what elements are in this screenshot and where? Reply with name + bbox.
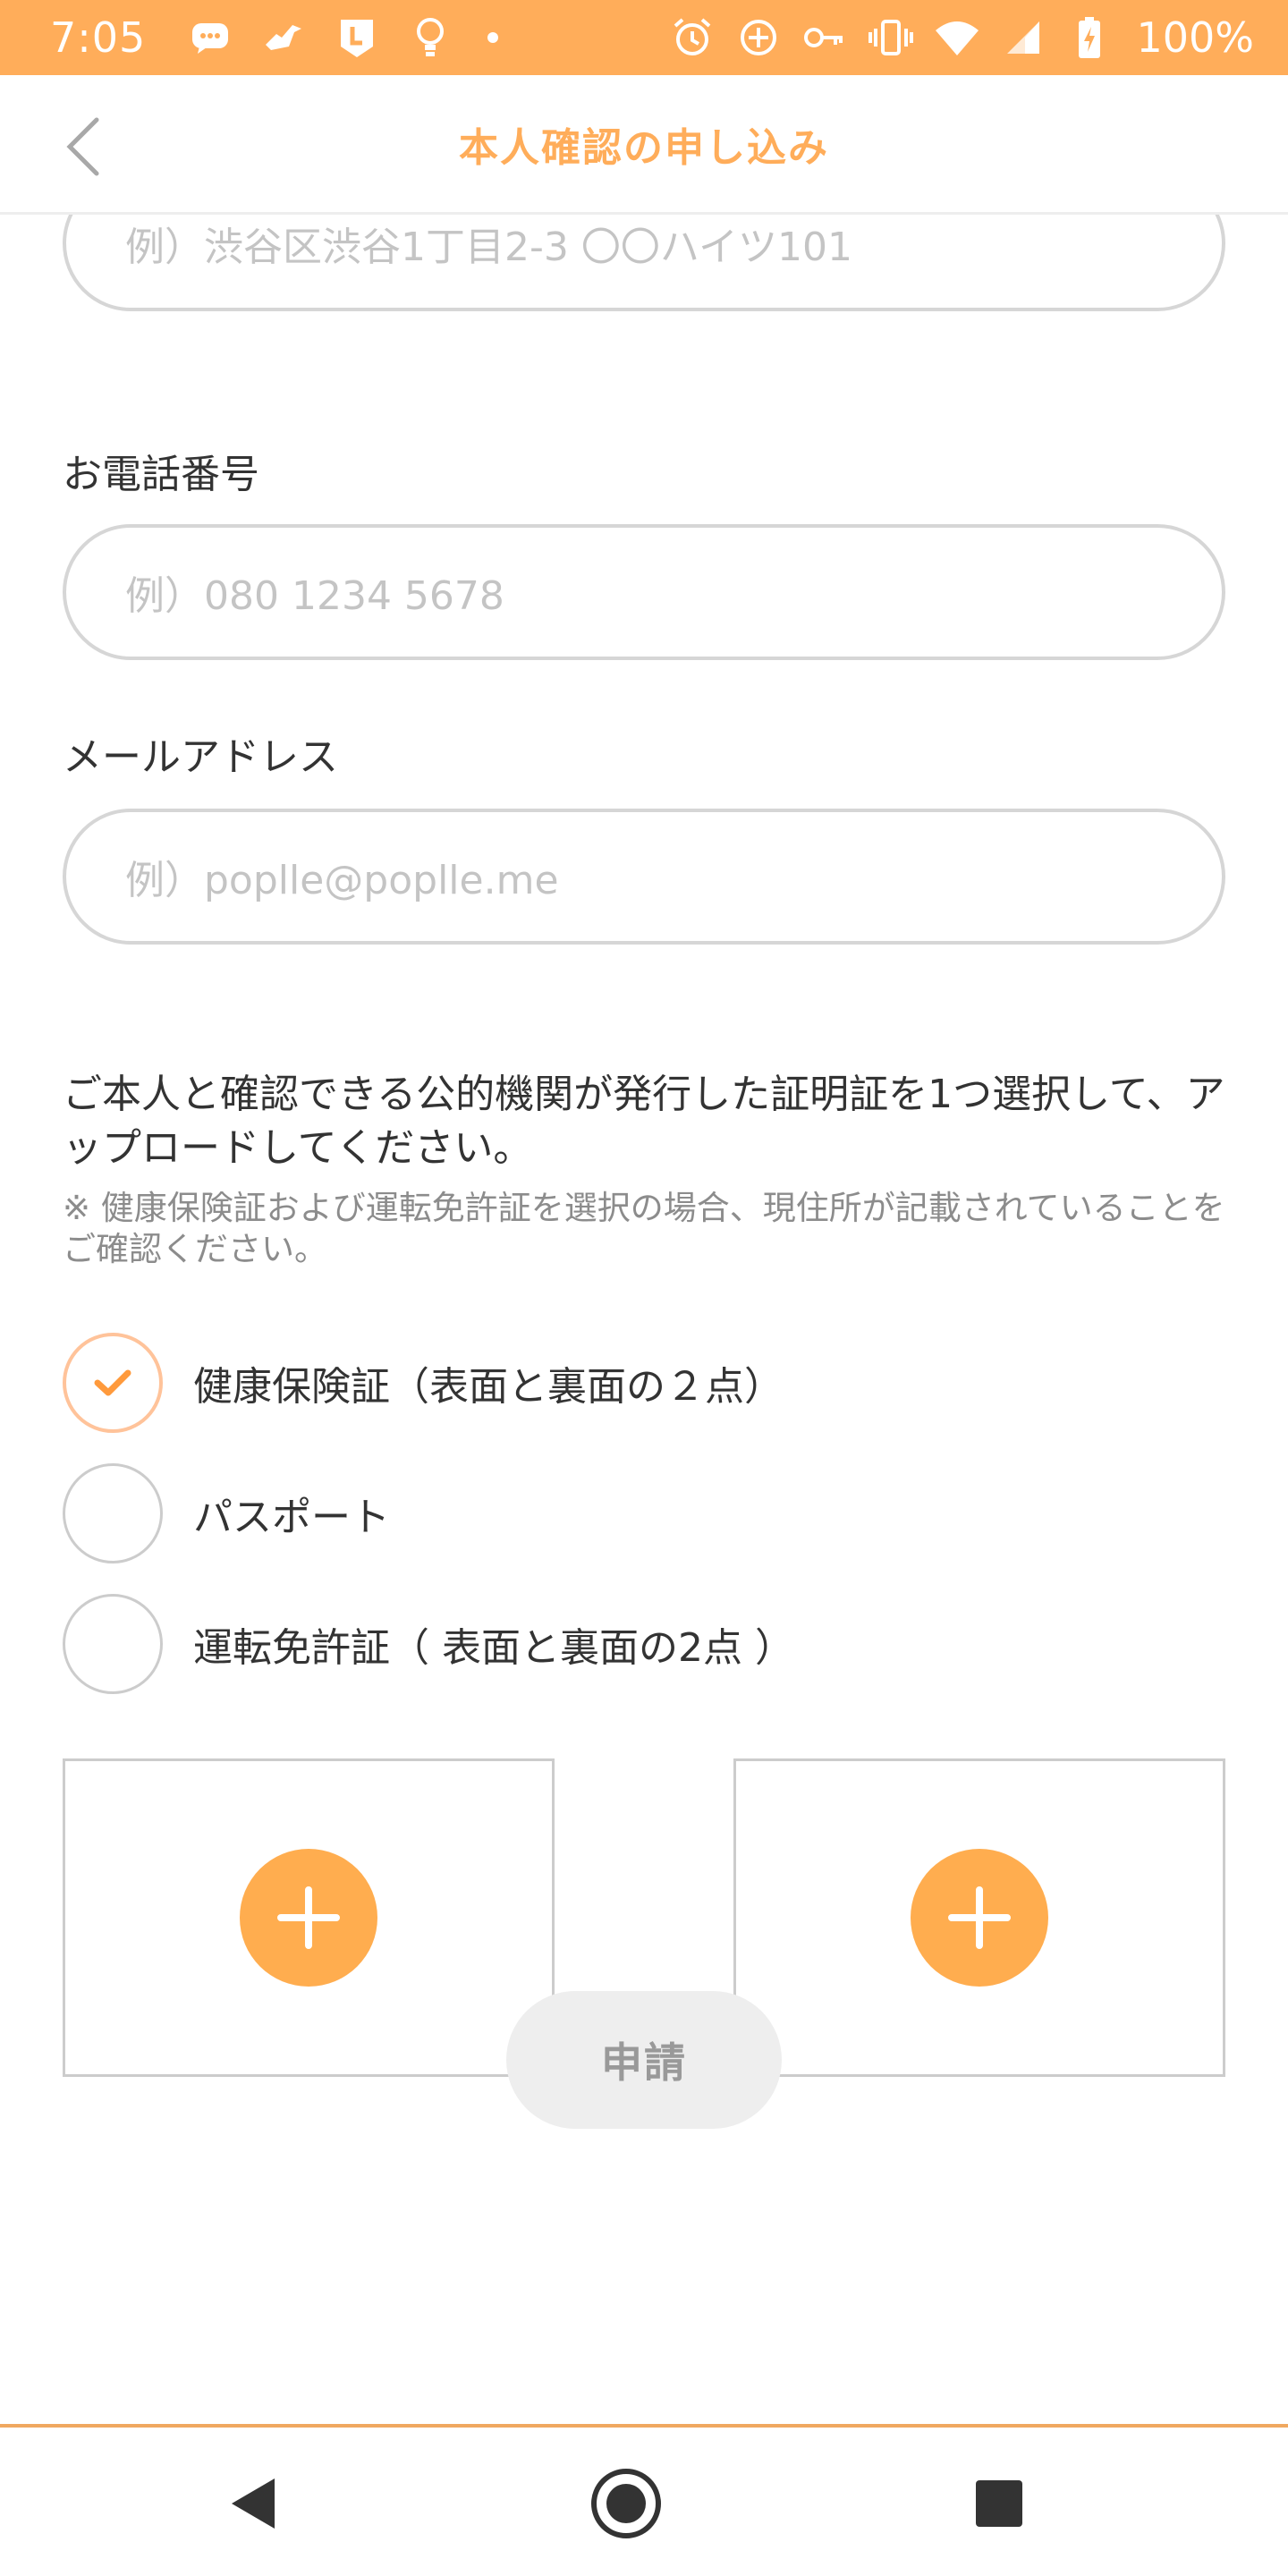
id-option-passport[interactable]: パスポート bbox=[63, 1463, 390, 1563]
notification-dot-icon bbox=[487, 32, 499, 43]
phone-input[interactable]: 例）080 1234 5678 bbox=[63, 524, 1225, 660]
signal-icon bbox=[1000, 14, 1046, 61]
plus-icon bbox=[277, 1886, 340, 1949]
address-placeholder: 例）渋谷区渋谷1丁目2-3 〇〇ハイツ101 bbox=[125, 225, 852, 270]
submit-button[interactable]: 申請 bbox=[506, 1991, 782, 2129]
status-left-icons bbox=[187, 14, 499, 61]
chat-bubble-icon bbox=[187, 14, 233, 61]
radio-button-checked[interactable] bbox=[63, 1333, 163, 1433]
nav-home-button[interactable] bbox=[586, 2463, 666, 2544]
radio-label: 健康保険証（表面と裏面の２点） bbox=[193, 1364, 784, 1410]
radio-button[interactable] bbox=[63, 1594, 163, 1694]
radio-button[interactable] bbox=[63, 1463, 163, 1563]
id-instruction: ご本人と確認できる公的機関が発行した証明証を1つ選択して、アップロードしてくださ… bbox=[63, 1072, 1225, 1171]
battery-percent: 100% bbox=[1136, 13, 1254, 62]
back-triangle-icon bbox=[232, 2479, 275, 2529]
page-title: 本人確認の申し込み bbox=[459, 124, 829, 171]
radio-label: パスポート bbox=[193, 1495, 390, 1540]
email-label: メールアドレス bbox=[63, 734, 338, 780]
id-option-health-insurance[interactable]: 健康保険証（表面と裏面の２点） bbox=[63, 1333, 784, 1433]
add-photo-button[interactable] bbox=[240, 1849, 377, 1987]
status-right-icons: 100% bbox=[669, 13, 1254, 62]
chevron-left-icon bbox=[66, 117, 99, 176]
line-app-icon bbox=[334, 14, 380, 61]
id-note: ※ 健康保険証および運転免許証を選択の場合、現住所が記載されていることをご確認く… bbox=[63, 1189, 1225, 1268]
phone-placeholder: 例）080 1234 5678 bbox=[125, 573, 504, 619]
back-button[interactable] bbox=[54, 114, 111, 179]
recents-square-icon bbox=[976, 2480, 1022, 2527]
status-bar: 7:05 100% bbox=[0, 0, 1288, 75]
address-input[interactable]: 例）渋谷区渋谷1丁目2-3 〇〇ハイツ101 bbox=[63, 215, 1225, 311]
add-photo-button[interactable] bbox=[911, 1849, 1048, 1987]
id-option-drivers-license[interactable]: 運転免許証（ 表面と裏面の2点 ） bbox=[63, 1594, 794, 1694]
status-time: 7:05 bbox=[50, 13, 147, 62]
alarm-icon bbox=[669, 14, 716, 61]
upload-slot-front[interactable] bbox=[63, 1758, 555, 2077]
app-header: 本人確認の申し込み bbox=[0, 75, 1288, 215]
nav-back-button[interactable] bbox=[213, 2463, 293, 2544]
wifi-icon bbox=[934, 14, 980, 61]
sync-icon bbox=[735, 14, 782, 61]
system-nav-bar bbox=[0, 2424, 1288, 2576]
radio-label: 運転免許証（ 表面と裏面の2点 ） bbox=[193, 1625, 794, 1671]
upload-slot-back[interactable] bbox=[733, 1758, 1225, 2077]
lightbulb-icon bbox=[407, 14, 453, 61]
plus-icon bbox=[948, 1886, 1011, 1949]
home-circle-icon bbox=[591, 2469, 661, 2538]
bird-icon bbox=[260, 14, 307, 61]
email-input[interactable]: 例）poplle@poplle.me bbox=[63, 809, 1225, 945]
battery-charging-icon bbox=[1066, 14, 1113, 61]
checkmark-icon bbox=[94, 1369, 131, 1396]
nav-recents-button[interactable] bbox=[959, 2463, 1039, 2544]
phone-label: お電話番号 bbox=[63, 452, 259, 497]
vibrate-icon bbox=[868, 14, 914, 61]
key-icon bbox=[801, 14, 848, 61]
email-placeholder: 例）poplle@poplle.me bbox=[125, 858, 559, 903]
